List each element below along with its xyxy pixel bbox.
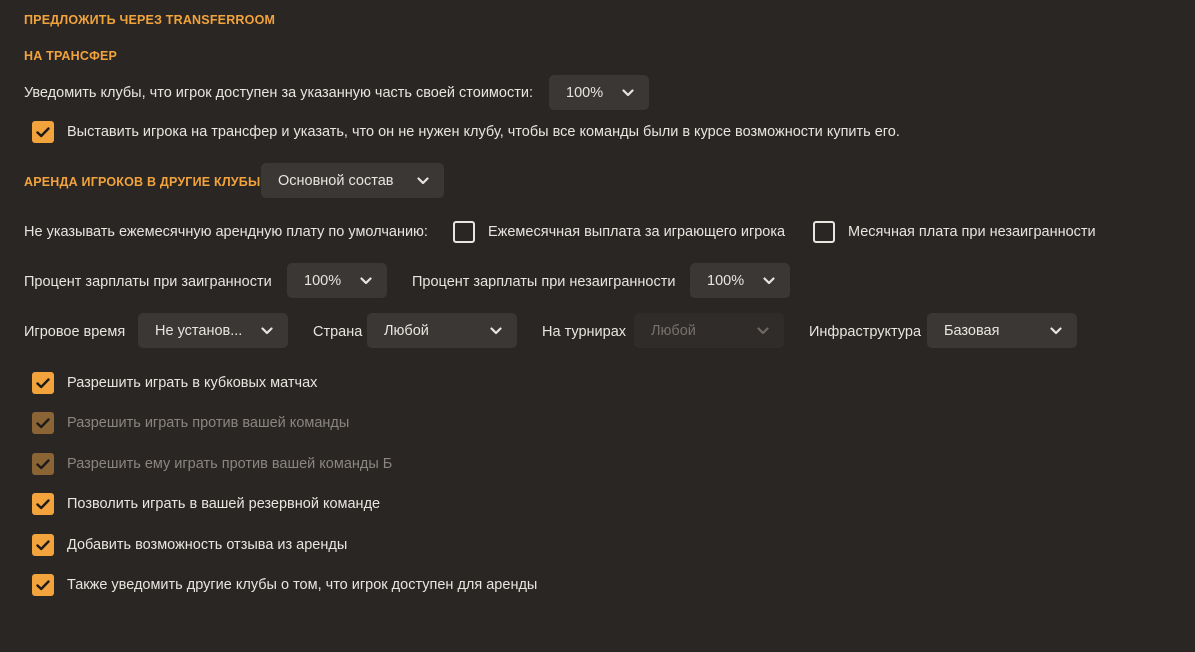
checkmark-icon bbox=[36, 579, 50, 590]
wage-playing-dropdown[interactable]: 100% bbox=[287, 263, 387, 298]
transfer-list-label: Выставить игрока на трансфер и указать, … bbox=[67, 124, 900, 140]
loan-heading: АРЕНДА ИГРОКОВ В ДРУГИЕ КЛУБЫ bbox=[24, 175, 261, 189]
squad-dropdown[interactable]: Основной состав bbox=[261, 163, 444, 198]
chevron-down-icon bbox=[762, 274, 776, 288]
chevron-down-icon bbox=[416, 174, 430, 188]
infrastructure-label: Инфраструктура bbox=[809, 324, 922, 340]
checkmark-icon bbox=[36, 377, 50, 388]
option-vs-your-team-label: Разрешить играть против вашей команды bbox=[67, 415, 350, 431]
wage-not-playing-value: 100% bbox=[707, 272, 745, 289]
transfer-heading: НА ТРАНСФЕР bbox=[24, 49, 118, 63]
monthly-fee-label: Не указывать ежемесячную арендную плату … bbox=[24, 224, 428, 240]
fee-not-playing-label: Месячная плата при незаигранности bbox=[848, 224, 1096, 240]
checkmark-icon bbox=[36, 498, 50, 509]
chevron-down-icon bbox=[1049, 324, 1063, 338]
option-cup-matches-checkbox[interactable] bbox=[32, 372, 54, 394]
tournaments-label: На турнирах bbox=[542, 324, 627, 340]
wage-not-playing-dropdown[interactable]: 100% bbox=[690, 263, 790, 298]
checkmark-icon bbox=[36, 126, 50, 137]
notify-clubs-label: Уведомить клубы, что игрок доступен за у… bbox=[24, 85, 533, 101]
wage-playing-value: 100% bbox=[304, 272, 342, 289]
chevron-down-icon bbox=[489, 324, 503, 338]
option-vs-b-team-label: Разрешить ему играть против вашей команд… bbox=[67, 456, 393, 472]
infrastructure-dropdown[interactable]: Базовая bbox=[927, 313, 1077, 348]
checkmark-icon bbox=[36, 539, 50, 550]
transfer-list-checkbox[interactable] bbox=[32, 121, 54, 143]
playing-time-label: Игровое время bbox=[24, 324, 126, 340]
chevron-down-icon bbox=[621, 86, 635, 100]
notify-percent-value: 100% bbox=[566, 84, 604, 101]
option-vs-b-team-checkbox bbox=[32, 453, 54, 475]
option-recall-label: Добавить возможность отзыва из аренды bbox=[67, 537, 348, 553]
option-reserve-team-label: Позволить играть в вашей резервной коман… bbox=[67, 496, 381, 512]
option-reserve-team-checkbox[interactable] bbox=[32, 493, 54, 515]
country-dropdown[interactable]: Любой bbox=[367, 313, 517, 348]
country-label: Страна bbox=[313, 324, 363, 340]
tournaments-dropdown: Любой bbox=[634, 313, 784, 348]
playing-time-dropdown[interactable]: Не установ... bbox=[138, 313, 288, 348]
tournaments-value: Любой bbox=[651, 322, 696, 339]
chevron-down-icon bbox=[260, 324, 274, 338]
option-recall-checkbox[interactable] bbox=[32, 534, 54, 556]
fee-playing-checkbox[interactable] bbox=[453, 221, 475, 243]
playing-time-value: Не установ... bbox=[155, 322, 243, 339]
fee-not-playing-checkbox[interactable] bbox=[813, 221, 835, 243]
checkmark-icon bbox=[36, 458, 50, 469]
option-cup-matches-label: Разрешить играть в кубковых матчах bbox=[67, 375, 318, 391]
notify-percent-dropdown[interactable]: 100% bbox=[549, 75, 649, 110]
option-vs-your-team-checkbox bbox=[32, 412, 54, 434]
squad-value: Основной состав bbox=[278, 172, 394, 189]
transferroom-heading: ПРЕДЛОЖИТЬ ЧЕРЕЗ TRANSFERROOM bbox=[24, 13, 276, 27]
country-value: Любой bbox=[384, 322, 429, 339]
chevron-down-icon bbox=[756, 324, 770, 338]
chevron-down-icon bbox=[359, 274, 373, 288]
wage-not-playing-label: Процент зарплаты при незаигранности bbox=[412, 274, 676, 290]
infrastructure-value: Базовая bbox=[944, 322, 1000, 339]
option-notify-loan-label: Также уведомить другие клубы о том, что … bbox=[67, 577, 538, 593]
checkmark-icon bbox=[36, 417, 50, 428]
option-notify-loan-checkbox[interactable] bbox=[32, 574, 54, 596]
fee-playing-label: Ежемесячная выплата за играющего игрока bbox=[488, 224, 786, 240]
wage-playing-label: Процент зарплаты при заигранности bbox=[24, 274, 272, 290]
